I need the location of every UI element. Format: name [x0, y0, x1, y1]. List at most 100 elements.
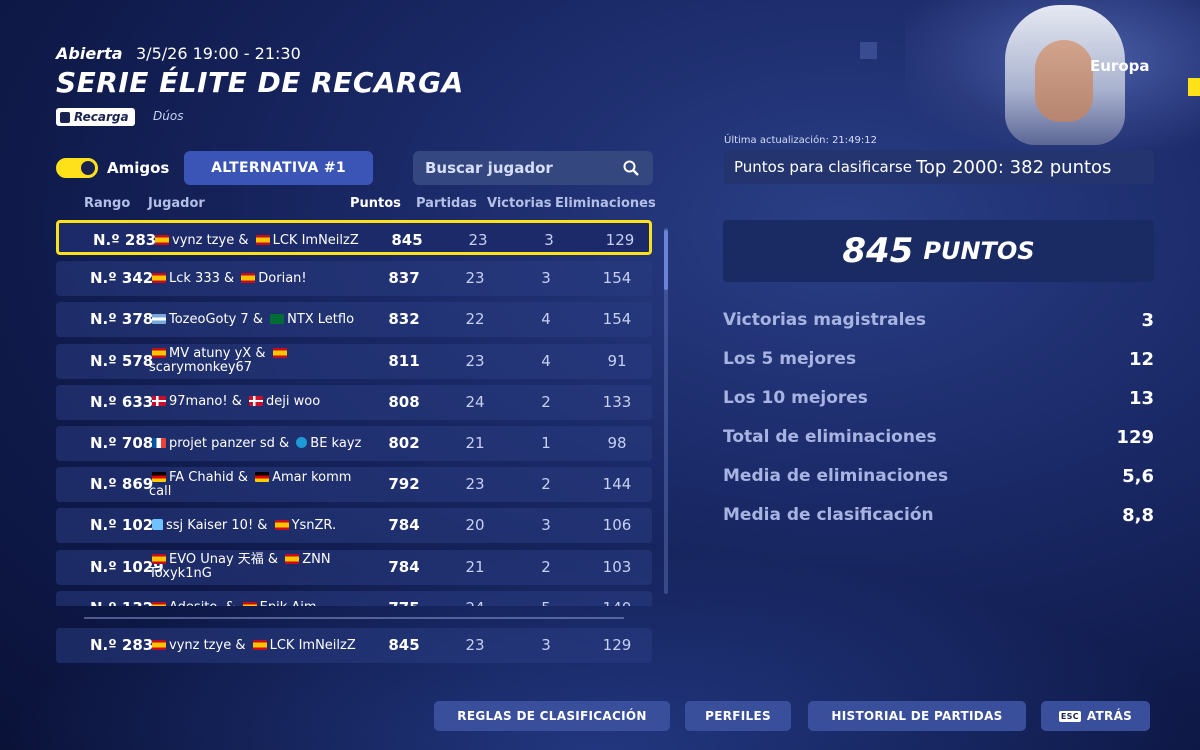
row-elims: 144 — [602, 475, 632, 494]
row-player: projet panzer sd & BE kayz — [149, 429, 371, 458]
row-wins: 5 — [516, 599, 576, 606]
table-row[interactable]: N.º 1021 ssj Kaiser 10! & YsnZR. 784 20 3 106 — [56, 508, 652, 544]
rules-button[interactable]: REGLAS DE CLASIFICACIÓN — [434, 701, 670, 731]
search-icon[interactable] — [623, 160, 639, 176]
row-points: 775 — [374, 599, 434, 606]
stat-value: 13 — [1128, 388, 1154, 409]
table-row[interactable]: N.º 869 FA Chahid & Amar komm call 792 23 2 1… — [56, 467, 652, 503]
row-elims: 129 — [605, 231, 635, 249]
qualify-box: Puntos para clasificarse Top 2000: 382 p… — [724, 150, 1154, 184]
row-player: vynz tzye & LCK ImNeilzZ — [149, 631, 371, 660]
row-player: EVO Unay 天福 & ZNN Toxyk1nG — [149, 553, 371, 582]
row-rank: N.º 378 — [90, 310, 154, 329]
table-row[interactable]: N.º 378 TozeoGoty 7 & NTX Letflo 832 22 4 154 — [56, 302, 652, 338]
table-row[interactable]: N.º 342 Lck 333 & Dorian! 837 23 3 154 — [56, 261, 652, 297]
total-points-box: 845 PUNTOS — [723, 220, 1154, 282]
player-2: scarymonkey67 — [149, 360, 253, 376]
row-points: 802 — [388, 434, 420, 452]
player-1: projet panzer sd & — [169, 435, 290, 451]
total-points-value: 845 — [842, 231, 914, 271]
region-label: Europa — [1090, 57, 1150, 75]
last-update: Última actualización: 21:49:12 — [724, 135, 877, 146]
col-wins: Victorias — [487, 196, 552, 211]
flag-icon — [152, 471, 166, 482]
friends-toggle[interactable] — [56, 158, 98, 178]
divider — [84, 617, 624, 619]
leaderboard-list[interactable]: N.º 283 vynz tzye & LCK ImNeilzZ 845 23 3 129… — [56, 220, 652, 606]
player-1: Lck 333 & — [169, 270, 235, 286]
row-matches: 23 — [468, 231, 488, 249]
row-points: 845 — [388, 636, 420, 654]
row-player: Lck 333 & Dorian! — [149, 264, 371, 293]
flag-icon — [152, 396, 166, 407]
leaderboard-variant-button[interactable]: ALTERNATIVA #1 — [184, 151, 373, 185]
player-names: MV atuny yX & scarymonkey67 — [149, 347, 371, 375]
qualify-value: Top 2000: 382 puntos — [915, 156, 1112, 178]
row-wins: 2 — [541, 392, 551, 411]
decor-square — [860, 42, 877, 59]
flag-icon — [155, 234, 169, 245]
flag-icon — [241, 272, 256, 283]
player-1: TozeoGoty 7 & — [169, 311, 263, 327]
table-row[interactable]: N.º 283 vynz tzye & LCK ImNeilzZ 845 23 3 129 — [56, 628, 652, 663]
player-names: vynz tzye & LCK ImNeilzZ — [152, 232, 359, 248]
stat-label: Total de eliminaciones — [723, 427, 937, 447]
row-points: 837 — [388, 269, 420, 288]
row-wins: 3 — [541, 269, 551, 288]
player-1: ssj Kaiser 10! & — [166, 517, 268, 533]
stat-value: 5,6 — [1122, 466, 1154, 487]
player-2: deji woo — [266, 394, 321, 410]
row-elims: 140 — [587, 599, 647, 606]
table-row[interactable]: N.º 578 MV atuny yX & scarymonkey67 811 23 4… — [56, 343, 652, 379]
row-matches: 20 — [465, 516, 485, 535]
flag-icon — [242, 602, 257, 606]
row-wins: 3 — [541, 636, 551, 654]
stat-label: Media de clasificación — [723, 505, 934, 525]
row-points: 811 — [388, 351, 420, 370]
row-wins: 2 — [541, 475, 551, 494]
row-points: 784 — [388, 516, 420, 535]
profiles-button[interactable]: PERFILES — [685, 701, 791, 731]
table-row[interactable]: N.º 1029 EVO Unay 天福 & ZNN Toxyk1nG 784 21 2… — [56, 549, 652, 585]
row-matches: 23 — [465, 475, 485, 494]
col-points: Puntos — [350, 196, 401, 211]
row-elims: 154 — [602, 269, 632, 288]
table-row[interactable]: N.º 708 projet panzer sd & BE kayz 802 21 1 9… — [56, 426, 652, 461]
mode-tag: Recarga — [56, 108, 135, 126]
page-title: SERIE ÉLITE DE RECARGA — [56, 66, 464, 99]
player-1: vynz tzye & — [172, 232, 249, 248]
col-elims: Eliminaciones — [555, 196, 656, 211]
row-rank: N.º 869 — [90, 475, 154, 494]
player-2: LCK ImNeilzZ — [272, 232, 359, 248]
player-names: ssj Kaiser 10! & YsnZR. — [149, 517, 336, 533]
table-row[interactable]: N.º 633 97mano! & deji woo 808 24 2 133 — [56, 384, 652, 420]
flag-icon — [152, 348, 166, 359]
table-row[interactable]: N.º 1324Adesito. & Epik Aim775245140 — [56, 590, 652, 606]
search-input[interactable] — [425, 159, 605, 177]
player-names: Adesito. & Epik Aim — [149, 601, 317, 606]
player-1: EVO Unay 天福 & — [169, 552, 279, 568]
player-names: projet panzer sd & BE kayz — [149, 435, 361, 451]
flag-icon — [255, 471, 270, 482]
player-1: MV atuny yX & — [169, 346, 266, 362]
scrollbar-thumb[interactable] — [664, 230, 668, 290]
flag-icon — [152, 272, 166, 283]
row-elims: 106 — [602, 516, 632, 535]
friends-label: Amigos — [107, 159, 170, 177]
row-player: Adesito. & Epik Aim — [149, 594, 371, 606]
row-player: MV atuny yX & scarymonkey67 — [149, 347, 371, 376]
match-history-button[interactable]: HISTORIAL DE PARTIDAS — [808, 701, 1026, 731]
search-box[interactable] — [413, 151, 653, 185]
row-wins: 3 — [541, 516, 551, 535]
total-points-unit: PUNTOS — [923, 237, 1035, 265]
table-row[interactable]: N.º 283 vynz tzye & LCK ImNeilzZ 845 23 3 129 — [56, 220, 652, 255]
row-rank: N.º 633 — [90, 392, 154, 411]
stat-label: Los 10 mejores — [723, 388, 868, 408]
back-button[interactable]: ESC ATRÁS — [1041, 701, 1150, 731]
row-matches: 23 — [465, 636, 485, 654]
row-matches: 21 — [465, 557, 485, 576]
player-1: 97mano! & — [169, 394, 242, 410]
row-player: TozeoGoty 7 & NTX Letflo — [149, 305, 371, 334]
player-names: TozeoGoty 7 & NTX Letflo — [149, 311, 354, 327]
my-team-row[interactable]: N.º 283 vynz tzye & LCK ImNeilzZ 845 23 3 129 — [56, 628, 652, 663]
